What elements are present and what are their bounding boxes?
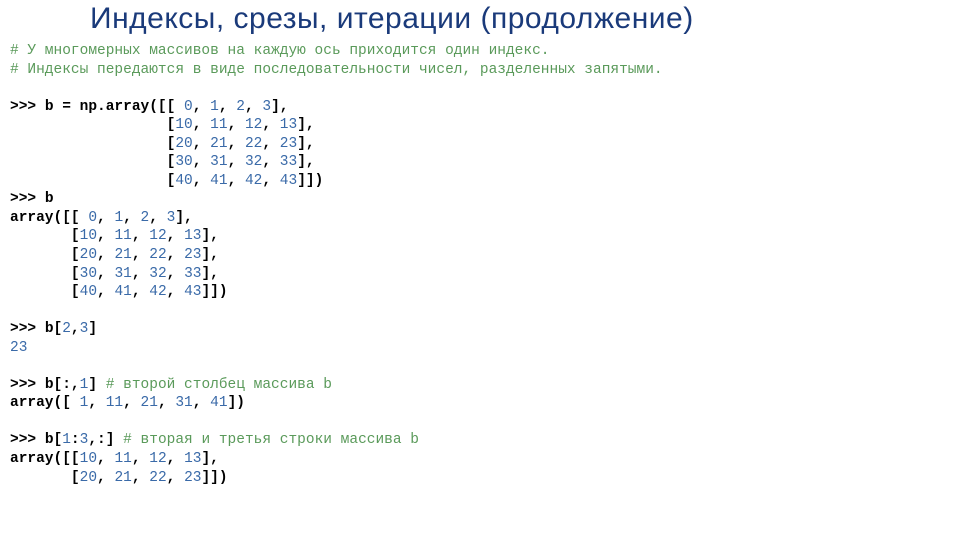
- num: 10: [80, 451, 97, 467]
- bracket: ]]): [297, 173, 323, 189]
- bracket: ]]): [201, 470, 227, 486]
- prompt: >>>: [10, 432, 45, 448]
- num: 32: [149, 266, 166, 282]
- num: 20: [80, 247, 97, 263]
- num: 2: [62, 321, 71, 337]
- bracket: ]]): [201, 284, 227, 300]
- bracket: ],: [201, 266, 218, 282]
- slide: Индексы, срезы, итерации (продолжение) #…: [0, 2, 960, 542]
- slide-title: Индексы, срезы, итерации (продолжение): [90, 2, 950, 36]
- num: 2: [236, 99, 245, 115]
- num: 22: [149, 247, 166, 263]
- num: 30: [80, 266, 97, 282]
- array-head: array([[: [10, 210, 88, 226]
- num: 3: [262, 99, 271, 115]
- num: 13: [184, 451, 201, 467]
- array-head: array([: [10, 395, 80, 411]
- num: 21: [141, 395, 158, 411]
- expr: b[: [45, 321, 62, 337]
- num: 10: [80, 228, 97, 244]
- num: 0: [184, 99, 193, 115]
- num: 23: [184, 470, 201, 486]
- bracket: ],: [271, 99, 288, 115]
- num: 40: [80, 284, 97, 300]
- num: 41: [210, 395, 227, 411]
- var: b: [45, 191, 54, 207]
- bracket: ],: [175, 210, 192, 226]
- num: 43: [280, 173, 297, 189]
- code-block: # У многомерных массивов на каждую ось п…: [10, 42, 950, 487]
- num: 0: [88, 210, 97, 226]
- num: 32: [245, 154, 262, 170]
- num: 1: [210, 99, 219, 115]
- num: 11: [114, 451, 131, 467]
- bracket: [: [71, 266, 80, 282]
- assign: b = np.array([[: [45, 99, 184, 115]
- expr: b[:,: [45, 377, 80, 393]
- result: 23: [10, 340, 27, 356]
- prompt: >>>: [10, 191, 45, 207]
- num: 12: [149, 451, 166, 467]
- num: 21: [114, 247, 131, 263]
- bracket: ]: [88, 321, 97, 337]
- num: 2: [141, 210, 150, 226]
- prompt: >>>: [10, 321, 45, 337]
- comment-line-2: # Индексы передаются в виде последовател…: [10, 62, 663, 78]
- num: 31: [175, 395, 192, 411]
- bracket: ],: [297, 136, 314, 152]
- bracket: ],: [201, 228, 218, 244]
- inline-comment: # второй столбец массива b: [106, 377, 332, 393]
- bracket: ],: [201, 247, 218, 263]
- num: 22: [245, 136, 262, 152]
- num: 22: [149, 470, 166, 486]
- bracket: ],: [201, 451, 218, 467]
- num: 41: [210, 173, 227, 189]
- expr: ,:]: [88, 432, 114, 448]
- bracket: [: [71, 284, 80, 300]
- num: 20: [80, 470, 97, 486]
- bracket: [: [71, 228, 80, 244]
- num: 23: [280, 136, 297, 152]
- num: 1: [62, 432, 71, 448]
- num: 12: [245, 117, 262, 133]
- bracket: ]: [88, 377, 105, 393]
- num: 33: [184, 266, 201, 282]
- num: 43: [184, 284, 201, 300]
- bracket: ],: [297, 154, 314, 170]
- num: 40: [175, 173, 192, 189]
- num: 30: [175, 154, 192, 170]
- num: 20: [175, 136, 192, 152]
- num: 31: [114, 266, 131, 282]
- num: 21: [114, 470, 131, 486]
- num: 41: [114, 284, 131, 300]
- num: 10: [175, 117, 192, 133]
- prompt: >>>: [10, 99, 45, 115]
- prompt: >>>: [10, 377, 45, 393]
- bracket: ],: [297, 117, 314, 133]
- num: 11: [106, 395, 123, 411]
- num: 42: [149, 284, 166, 300]
- num: 11: [210, 117, 227, 133]
- comment-line-1: # У многомерных массивов на каждую ось п…: [10, 43, 550, 59]
- num: 13: [184, 228, 201, 244]
- num: 33: [280, 154, 297, 170]
- num: 21: [210, 136, 227, 152]
- num: 31: [210, 154, 227, 170]
- num: 1: [114, 210, 123, 226]
- num: 11: [114, 228, 131, 244]
- bracket: ]): [228, 395, 245, 411]
- num: 42: [245, 173, 262, 189]
- array-head: array([[: [10, 451, 80, 467]
- inline-comment: # вторая и третья строки массива b: [123, 432, 419, 448]
- bracket: [: [71, 470, 80, 486]
- num: 12: [149, 228, 166, 244]
- expr: b[: [45, 432, 62, 448]
- bracket: [: [71, 247, 80, 263]
- num: 13: [280, 117, 297, 133]
- num: 23: [184, 247, 201, 263]
